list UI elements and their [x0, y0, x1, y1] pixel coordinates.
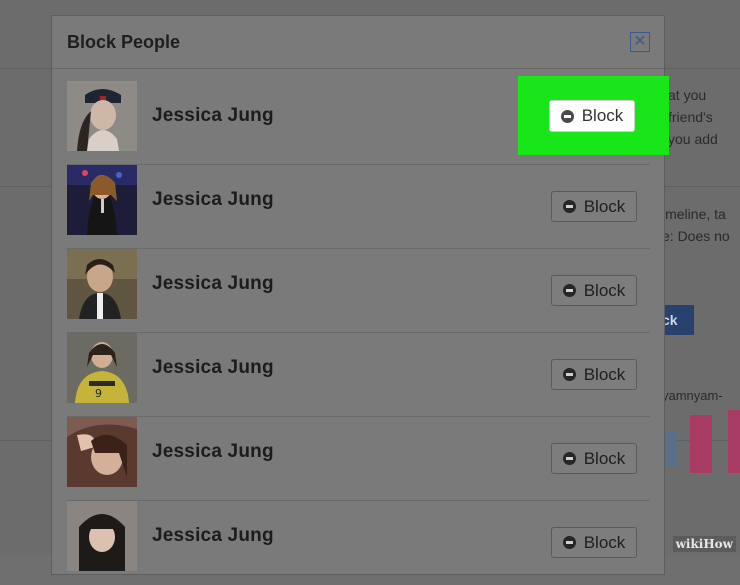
block-button-label: Block	[583, 448, 626, 468]
person-name: Jessica Jung	[152, 189, 274, 210]
block-button-label: Block	[583, 532, 626, 552]
block-button-label: Block	[583, 196, 626, 216]
block-button-highlighted[interactable]: Block	[549, 100, 635, 132]
block-icon	[562, 536, 576, 549]
background-text: imeline, ta e: Does no	[662, 206, 730, 244]
avatar	[67, 417, 137, 487]
avatar	[67, 501, 137, 571]
background-thumbnail	[663, 432, 677, 468]
block-button[interactable]: Block	[551, 275, 637, 306]
block-button-label: Block	[583, 280, 626, 300]
person-name: Jessica Jung	[152, 357, 274, 378]
background-image	[728, 410, 740, 473]
background-link: yamnyam-	[662, 388, 723, 403]
list-item: 9 Jessica Jung Block	[67, 333, 650, 417]
block-button[interactable]: Block	[551, 527, 637, 558]
jersey-number: 9	[95, 387, 102, 400]
block-icon	[560, 109, 574, 123]
list-item: Jessica Jung Block	[67, 417, 650, 501]
avatar	[67, 165, 137, 235]
avatar	[67, 81, 137, 151]
block-button[interactable]: Block	[551, 191, 637, 222]
block-icon	[562, 284, 576, 297]
list-item: Jessica Jung Block	[67, 249, 650, 333]
close-icon[interactable]: ✕	[630, 32, 650, 52]
background-block-button: ck	[660, 305, 694, 335]
block-icon	[562, 368, 576, 381]
background-image	[690, 415, 712, 473]
person-name: Jessica Jung	[152, 105, 274, 126]
list-item: Jessica Jung Block	[67, 501, 650, 585]
block-button-label: Block	[583, 364, 626, 384]
avatar: 9	[67, 333, 137, 403]
person-name: Jessica Jung	[152, 441, 274, 462]
watermark: wikiHow	[672, 536, 736, 552]
block-button[interactable]: Block	[551, 359, 637, 390]
block-button-label: Block	[581, 106, 624, 125]
list-item: Jessica Jung Block	[67, 165, 650, 249]
person-name: Jessica Jung	[152, 273, 274, 294]
block-button[interactable]: Block	[551, 443, 637, 474]
avatar	[67, 249, 137, 319]
background-text: at you friend's you add	[668, 87, 718, 147]
dialog-header: Block People ✕	[52, 16, 664, 69]
block-icon	[562, 452, 576, 465]
block-icon	[562, 200, 576, 213]
person-name: Jessica Jung	[152, 525, 274, 546]
dialog-title: Block People	[67, 32, 181, 52]
